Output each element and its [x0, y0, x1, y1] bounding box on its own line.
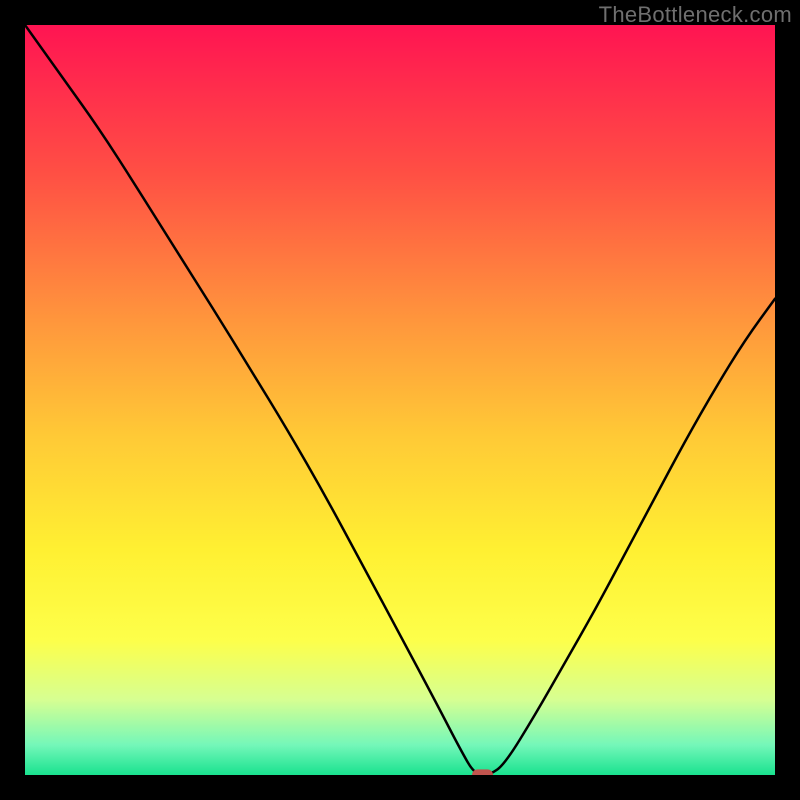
bottleneck-point-marker [472, 769, 493, 775]
chart-frame: TheBottleneck.com [0, 0, 800, 800]
bottleneck-chart [25, 25, 775, 775]
chart-background [25, 25, 775, 775]
